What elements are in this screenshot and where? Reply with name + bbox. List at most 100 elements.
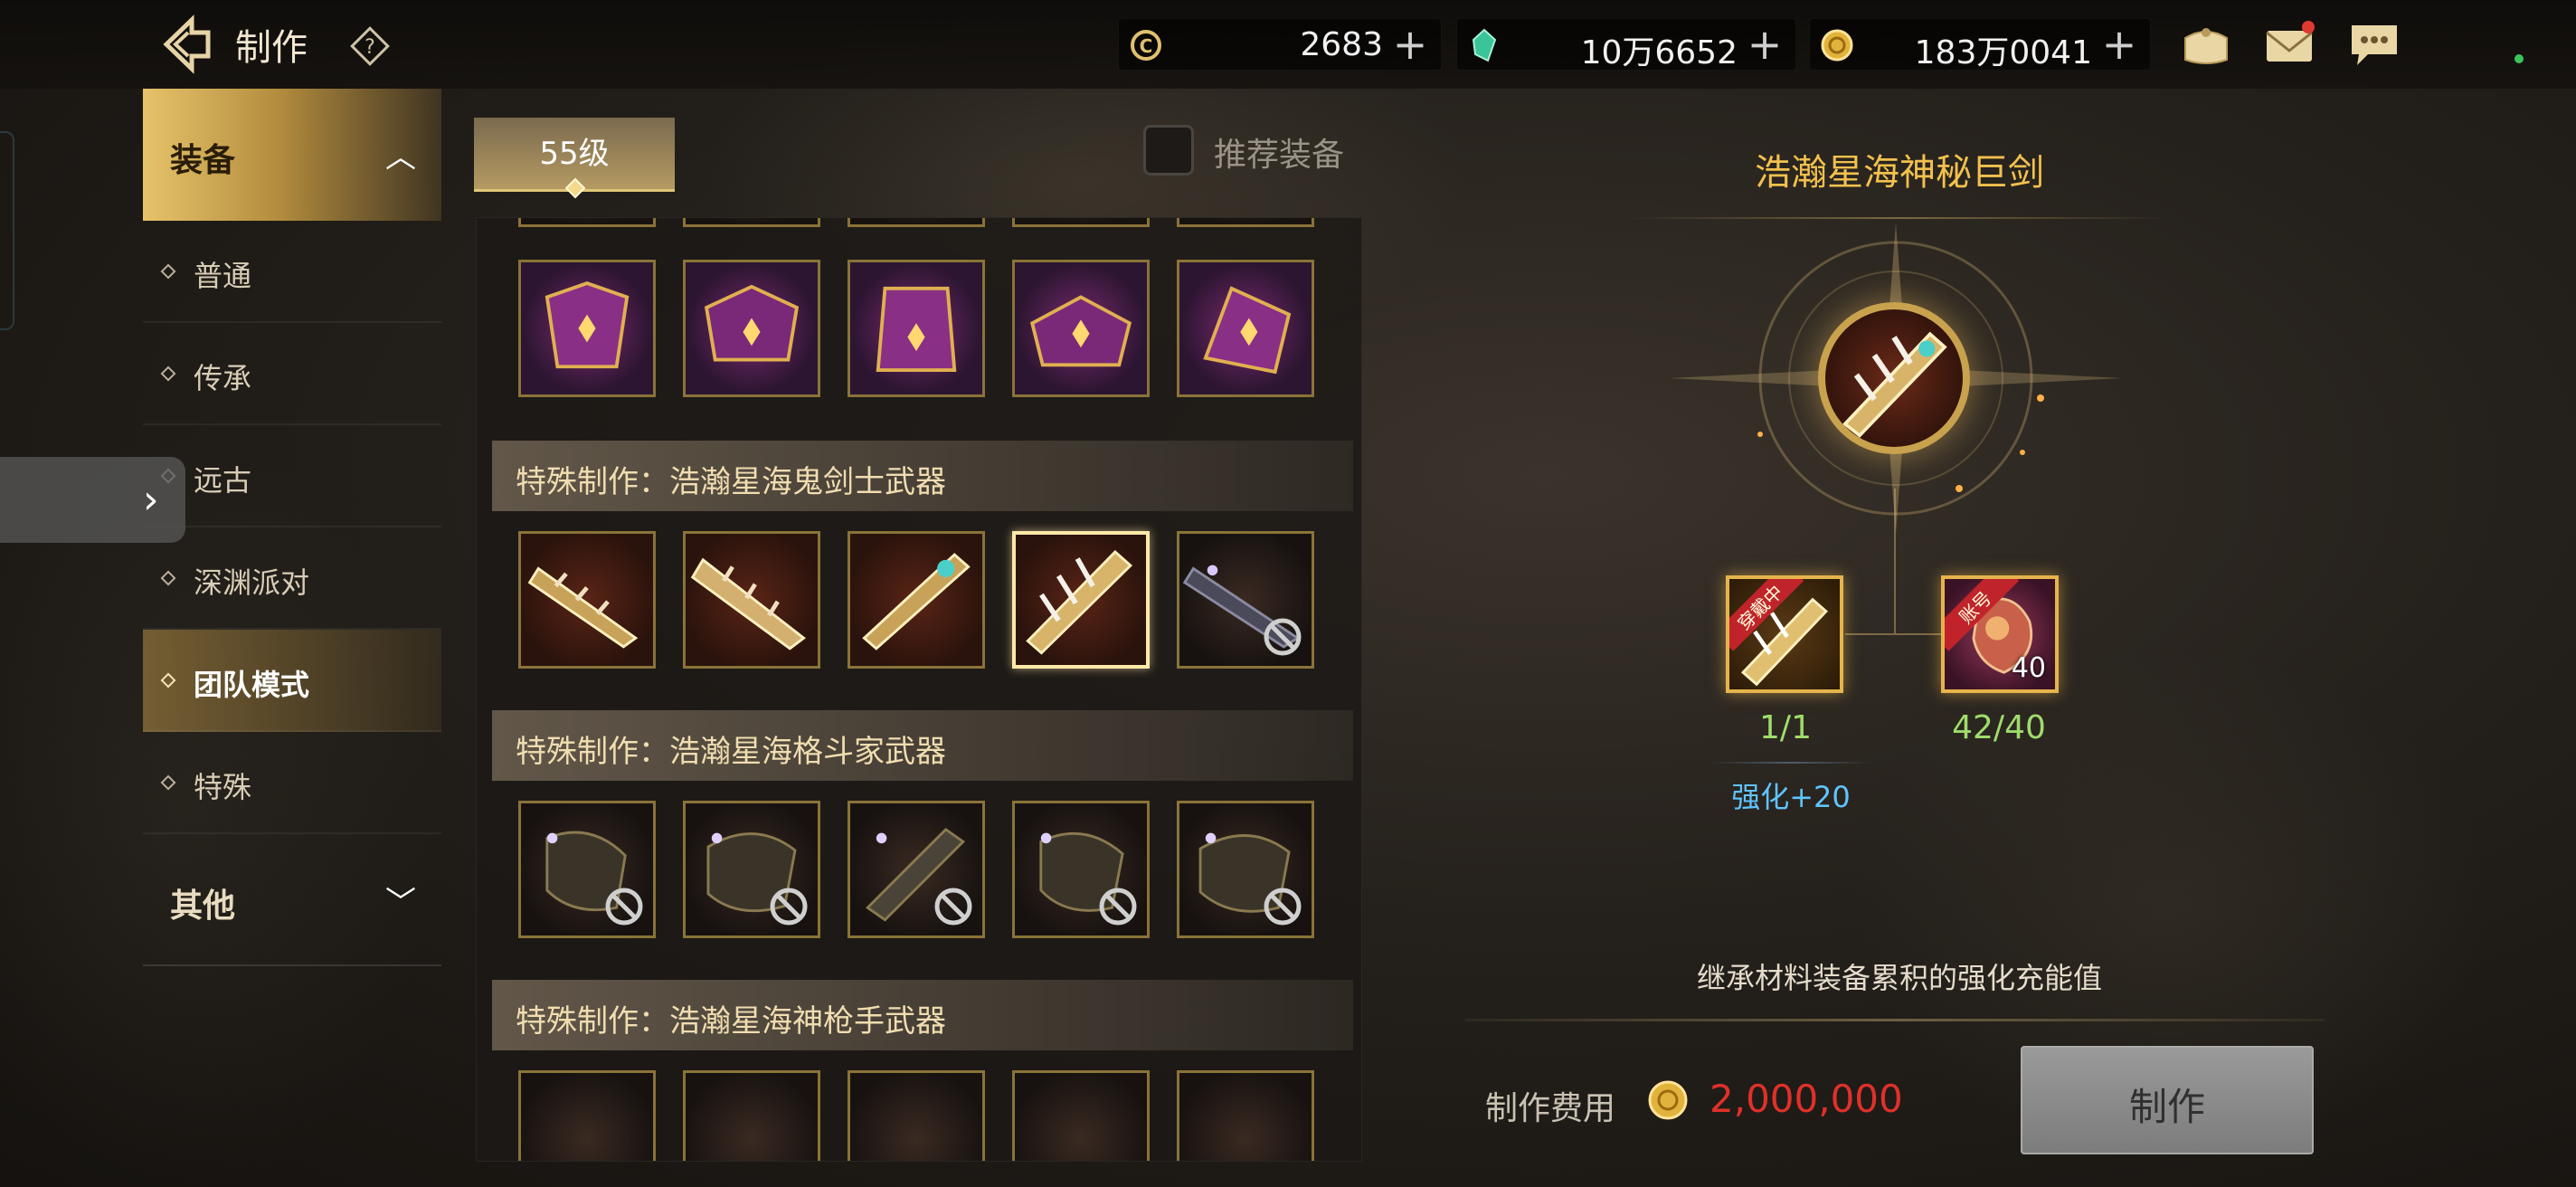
weapon-slot-locked[interactable] xyxy=(1177,531,1314,669)
gold-value: 183万0041 xyxy=(1914,34,2092,71)
nav-category-equipment-label: 装备 xyxy=(170,142,236,179)
item-slot[interactable] xyxy=(1012,218,1150,227)
nav-item-team-mode[interactable]: 团队模式 xyxy=(143,630,441,732)
tab-gem-icon xyxy=(564,177,586,199)
cost-label: 制作费用 xyxy=(1485,1090,1616,1127)
weapon-slot[interactable] xyxy=(518,1070,656,1161)
nav-category-equipment[interactable]: 装备 ︿ xyxy=(143,89,441,221)
crafted-item-icon[interactable] xyxy=(1818,302,1970,454)
cost-value: 2,000,000 xyxy=(1709,1077,1903,1121)
prohibited-icon xyxy=(1264,888,1302,926)
help-icon[interactable]: ? xyxy=(347,24,393,69)
crystal-value: 10万6652 xyxy=(1580,34,1738,71)
nav-item-label: 团队模式 xyxy=(194,668,310,702)
section-title: 特殊制作：浩瀚星海神枪手武器 xyxy=(516,1003,946,1040)
item-slot[interactable] xyxy=(1177,218,1314,227)
nav-item-normal[interactable]: 普通 xyxy=(143,221,441,323)
prohibited-icon xyxy=(1264,618,1302,656)
section-header: 特殊制作：浩瀚星海格斗家武器 xyxy=(492,710,1353,781)
material-slot-weapon[interactable]: 穿戴中 xyxy=(1726,575,1843,693)
crystal-icon xyxy=(1472,28,1497,62)
nav-item-special[interactable]: 特殊 xyxy=(143,732,441,834)
level-tab-label: 55级 xyxy=(539,136,610,172)
category-nav: 装备 ︿ 普通 传承 远古 深渊派对 团队模式 特殊 其他 ﹀ xyxy=(143,89,441,966)
gold-coin-icon xyxy=(1648,1080,1688,1120)
diamond-bullet-icon xyxy=(160,774,176,791)
chevron-up-icon: ︿ xyxy=(385,139,416,176)
weapon-slot-locked[interactable] xyxy=(1012,801,1150,938)
nav-item-inheritance[interactable]: 传承 xyxy=(143,323,441,425)
c-coin-icon: C xyxy=(1131,30,1161,61)
side-drawer-tab[interactable]: › xyxy=(0,457,185,543)
weapon-slot[interactable] xyxy=(683,531,820,669)
weapon-slot[interactable] xyxy=(848,531,985,669)
material-quantity: 40 xyxy=(2011,652,2046,684)
mail-icon[interactable] xyxy=(2261,18,2317,71)
nav-item-label: 深渊派对 xyxy=(194,565,310,600)
prohibited-icon xyxy=(605,888,643,926)
chat-icon[interactable] xyxy=(2346,18,2402,71)
add-gold-button[interactable]: + xyxy=(2099,19,2139,71)
recipe-list[interactable]: 特殊制作：浩瀚星海鬼剑士武器 特殊制作：浩瀚星海格斗家武器 特殊制作：浩瀚星海神… xyxy=(476,217,1362,1162)
diamond-bullet-icon xyxy=(160,366,176,382)
recommend-label: 推荐装备 xyxy=(1214,137,1345,174)
nav-item-label: 传承 xyxy=(194,361,252,395)
weapon-slot[interactable] xyxy=(683,1070,820,1161)
weapon-slot[interactable] xyxy=(848,1070,985,1161)
weapon-slot[interactable] xyxy=(1012,1070,1150,1161)
diamond-bullet-icon xyxy=(160,263,176,280)
weapon-slot-locked[interactable] xyxy=(1177,801,1314,938)
wallet-icon[interactable] xyxy=(2178,18,2234,71)
diamond-bullet-icon xyxy=(160,570,176,586)
armor-slot[interactable] xyxy=(848,260,985,397)
c-coin-value: 2683 xyxy=(1300,26,1383,63)
weapon-slot-locked[interactable] xyxy=(518,801,656,938)
chevron-down-icon: ﹀ xyxy=(385,885,416,921)
weapon-slot[interactable] xyxy=(518,531,656,669)
diamond-bullet-icon xyxy=(160,672,176,688)
item-slot[interactable] xyxy=(518,218,656,227)
armor-slot[interactable] xyxy=(683,260,820,397)
nav-item-label: 特殊 xyxy=(194,770,252,804)
material-count: 42/40 xyxy=(1952,709,2046,746)
armor-slot[interactable] xyxy=(1177,260,1314,397)
nav-category-other[interactable]: 其他 ﹀ xyxy=(143,834,441,966)
tree-connector xyxy=(1845,633,1954,635)
nav-item-label: 普通 xyxy=(194,259,252,293)
prohibited-icon xyxy=(770,888,808,926)
make-button[interactable]: 制作 xyxy=(2021,1046,2314,1154)
svg-text:?: ? xyxy=(365,36,375,59)
weapon-slot-locked[interactable] xyxy=(683,801,820,938)
add-c-coin-button[interactable]: + xyxy=(1390,19,1430,71)
prohibited-icon xyxy=(1099,888,1137,926)
armor-slot[interactable] xyxy=(518,260,656,397)
level-tab[interactable]: 55级 xyxy=(474,118,675,199)
item-slot[interactable] xyxy=(683,218,820,227)
left-edge-strip xyxy=(0,131,14,330)
armor-slot[interactable] xyxy=(1012,260,1150,397)
section-title: 特殊制作：浩瀚星海鬼剑士武器 xyxy=(516,464,946,500)
currency-crystal: 10万6652 + xyxy=(1456,18,1796,71)
back-arrow-icon[interactable] xyxy=(156,13,219,76)
section-header: 特殊制作：浩瀚星海鬼剑士武器 xyxy=(492,441,1353,511)
add-crystal-button[interactable]: + xyxy=(1745,19,1785,71)
currency-c-coin: C 2683 + xyxy=(1118,18,1442,71)
weapon-slot[interactable] xyxy=(1177,1070,1314,1161)
nav-category-other-label: 其他 xyxy=(170,888,236,925)
nav-item-abyss-party[interactable]: 深渊派对 xyxy=(143,527,441,630)
weapon-slot-selected[interactable] xyxy=(1012,531,1150,669)
item-slot[interactable] xyxy=(848,218,985,227)
section-header: 特殊制作：浩瀚星海神枪手武器 xyxy=(492,980,1353,1050)
material-slot-consumable[interactable]: 账号 40 xyxy=(1941,575,2059,693)
status-indicator xyxy=(2514,54,2524,63)
recommend-checkbox[interactable] xyxy=(1143,125,1194,176)
gold-coin-icon xyxy=(1821,29,1853,62)
chevron-right-icon: › xyxy=(143,477,159,523)
nav-item-ancient[interactable]: 远古 xyxy=(143,425,441,527)
weapon-slot-locked[interactable] xyxy=(848,801,985,938)
material-count: 1/1 xyxy=(1759,709,1812,746)
notification-dot xyxy=(2302,21,2315,33)
divider xyxy=(1465,1019,2325,1021)
enhance-divider xyxy=(1709,762,1872,764)
prohibited-icon xyxy=(934,888,972,926)
